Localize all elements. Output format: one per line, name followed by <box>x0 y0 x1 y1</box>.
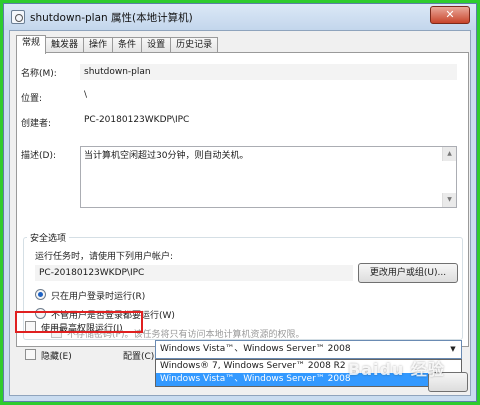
general-tab-panel: 名称(M): shutdown-plan 位置: \ 创建者: PC-20180… <box>16 52 469 347</box>
security-options-title: 安全选项 <box>27 231 70 244</box>
description-textarea[interactable]: 当计算机空闲超过30分钟，则自动关机。 ▲ ▼ <box>80 146 457 208</box>
close-button[interactable]: ✕ <box>430 6 470 24</box>
title-bar: shutdown-plan 属性(本地计算机) ✕ <box>4 4 476 30</box>
scroll-down-icon[interactable]: ▼ <box>442 193 456 207</box>
tab-conditions[interactable]: 条件 <box>112 37 143 53</box>
author-label: 创建者: <box>21 119 52 129</box>
hidden-checkbox[interactable] <box>25 349 36 360</box>
config-label: 配置(C): <box>123 352 158 362</box>
tab-general[interactable]: 常规 <box>16 35 47 54</box>
window-title: shutdown-plan 属性(本地计算机) <box>30 12 193 24</box>
tab-settings[interactable]: 设置 <box>141 37 172 53</box>
radio-run-logged-on-label[interactable]: 只在用户登录时运行(R) <box>51 289 145 302</box>
description-text: 当计算机空闲超过30分钟，则自动关机。 <box>84 151 249 161</box>
location-label: 位置: <box>21 94 43 104</box>
name-label: 名称(M): <box>21 69 57 79</box>
baidu-watermark: Baidu 经验 <box>348 360 445 379</box>
author-value: PC-20180123WKDP\IPC <box>84 115 190 125</box>
radio-run-logged-on[interactable] <box>35 289 46 300</box>
task-icon <box>11 10 25 24</box>
hidden-label[interactable]: 隐藏(E) <box>41 349 72 362</box>
config-selected-value: Windows Vista™、Windows Server™ 2008 <box>160 344 351 354</box>
location-value: \ <box>84 90 88 100</box>
tab-history[interactable]: 历史记录 <box>170 37 219 53</box>
tab-actions[interactable]: 操作 <box>83 37 114 53</box>
description-label: 描述(D): <box>21 151 56 161</box>
user-account-field: PC-20180123WKDP\IPC <box>35 265 353 281</box>
highlight-annotation <box>15 311 143 333</box>
change-user-button[interactable]: 更改用户或组(U)... <box>358 263 458 283</box>
tab-triggers[interactable]: 触发器 <box>45 37 85 53</box>
scroll-up-icon[interactable]: ▲ <box>442 147 456 161</box>
chevron-down-icon[interactable]: ▼ <box>445 341 461 358</box>
tab-strip: 常规 触发器 操作 条件 设置 历史记录 <box>16 35 219 54</box>
run-as-prompt: 运行任务时，请使用下列用户帐户: <box>35 252 174 262</box>
name-field[interactable]: shutdown-plan <box>80 64 457 80</box>
